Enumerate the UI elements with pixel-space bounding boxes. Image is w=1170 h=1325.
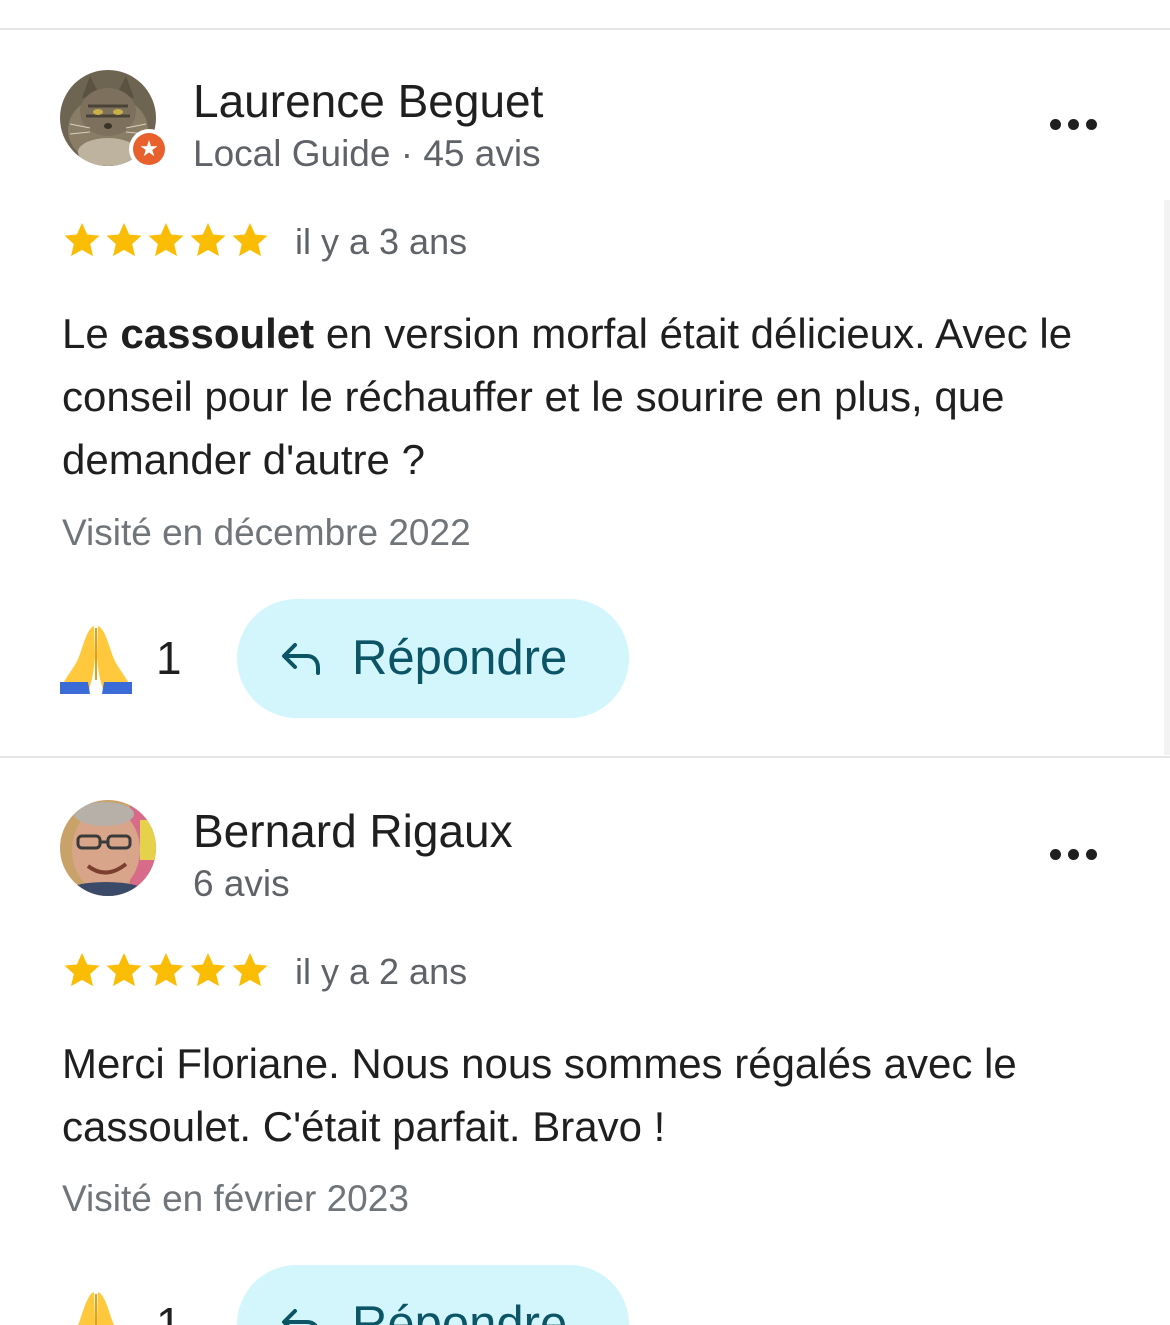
reaction-button[interactable]: 1 [58, 620, 188, 700]
star-icon [62, 220, 102, 260]
star-icon [104, 950, 144, 990]
folded-hands-emoji [77, 1292, 115, 1325]
reaction-count: 1 [156, 632, 182, 684]
author-name[interactable]: Laurence Beguet [193, 72, 543, 130]
star-icon [104, 220, 144, 260]
more-options-icon[interactable] [1040, 830, 1108, 878]
star-icon [146, 220, 186, 260]
reply-label: Répondre [352, 631, 568, 685]
star-icon [62, 950, 102, 990]
star-icon [188, 950, 228, 990]
reply-arrow-icon [282, 643, 320, 675]
more-options-icon[interactable] [1040, 100, 1108, 148]
author-meta: 6 avis [193, 863, 290, 904]
author-meta: Local Guide · 45 avis [193, 133, 541, 174]
reply-label: Répondre [352, 1297, 568, 1325]
star-icon [146, 950, 186, 990]
reply-button[interactable]: Répondre [237, 1265, 629, 1325]
star-icon [230, 220, 270, 260]
author-name[interactable]: Bernard Rigaux [193, 802, 513, 860]
reply-arrow-icon [282, 1309, 318, 1325]
visited-date: Visité en février 2023 [62, 1178, 409, 1219]
visited-date: Visité en décembre 2022 [62, 512, 471, 553]
rating-stars [62, 950, 272, 994]
star-badge-icon: ★ [133, 133, 165, 165]
review-date: il y a 2 ans [295, 951, 468, 992]
star-icon [188, 220, 228, 260]
review-text[interactable]: Le cassoulet en version morfal était dél… [62, 302, 1122, 491]
highlighted-keyword: cassoulet [120, 310, 315, 357]
review-divider [0, 756, 1170, 758]
man-photo-avatar[interactable] [60, 800, 156, 896]
top-divider [0, 28, 1170, 30]
rating-stars [62, 220, 272, 264]
reaction-count: 1 [156, 1298, 182, 1325]
reaction-button[interactable]: 1 [58, 1286, 188, 1325]
reviews-screen: ★ Laurence Beguet Local Guide · 45 avis … [0, 0, 1170, 1325]
reply-button[interactable]: Répondre [237, 599, 629, 718]
review-text[interactable]: Merci Floriane. Nous nous sommes régalés… [62, 1032, 1122, 1158]
review-card: Bernard Rigaux 6 avis il y a 2 ans Merci… [0, 800, 1170, 1325]
local-guide-badge-icon: ★ [129, 129, 169, 169]
folded-hands-emoji [60, 626, 132, 694]
review-card: ★ Laurence Beguet Local Guide · 45 avis … [0, 70, 1170, 730]
review-date: il y a 3 ans [295, 221, 468, 262]
star-icon [230, 950, 270, 990]
